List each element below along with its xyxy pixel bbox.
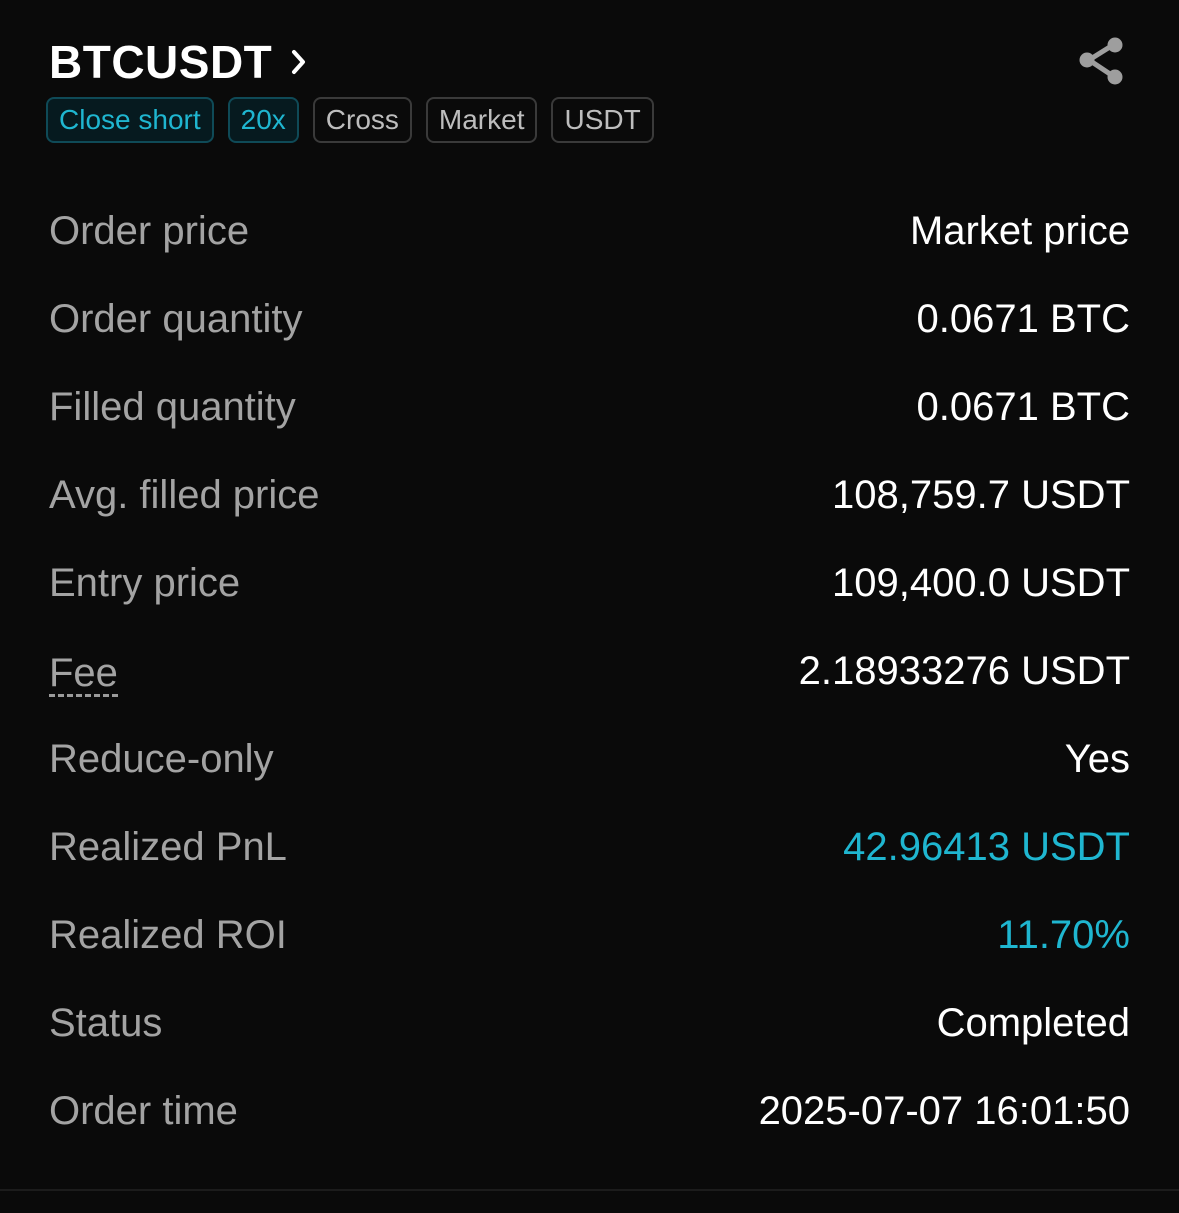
reduce-only-label: Reduce-only bbox=[49, 736, 274, 781]
filled-quantity-value: 0.0671 BTC bbox=[916, 384, 1130, 429]
filled-quantity-label: Filled quantity bbox=[49, 384, 296, 429]
order-time-label: Order time bbox=[49, 1088, 238, 1133]
order-tags: Close short 20x Cross Market USDT bbox=[46, 97, 654, 143]
row-filled-quantity: Filled quantity 0.0671 BTC bbox=[49, 363, 1130, 451]
row-order-price: Order price Market price bbox=[49, 187, 1130, 275]
reduce-only-value: Yes bbox=[1064, 736, 1130, 781]
tag-settle-currency: USDT bbox=[551, 97, 654, 143]
realized-roi-label: Realized ROI bbox=[49, 912, 287, 957]
tag-order-type: Market bbox=[425, 97, 538, 143]
divider bbox=[0, 1189, 1179, 1191]
row-order-time: Order time 2025-07-07 16:01:50 bbox=[49, 1067, 1130, 1155]
row-realized-pnl: Realized PnL 42.96413 USDT bbox=[49, 803, 1130, 891]
order-price-label: Order price bbox=[49, 208, 250, 253]
order-quantity-value: 0.0671 BTC bbox=[916, 296, 1130, 341]
entry-price-label: Entry price bbox=[49, 560, 241, 605]
fee-label-tooltip-trigger[interactable]: Fee bbox=[49, 652, 118, 697]
order-time-value: 2025-07-07 16:01:50 bbox=[758, 1088, 1130, 1133]
order-quantity-label: Order quantity bbox=[49, 296, 303, 341]
order-price-value: Market price bbox=[909, 208, 1130, 253]
realized-pnl-label: Realized PnL bbox=[49, 824, 287, 869]
avg-filled-price-label: Avg. filled price bbox=[49, 472, 320, 517]
tag-margin-mode: Cross bbox=[312, 97, 412, 143]
row-order-quantity: Order quantity 0.0671 BTC bbox=[49, 275, 1130, 363]
order-details-list: Order price Market price Order quantity … bbox=[49, 187, 1130, 1155]
entry-price-value: 109,400.0 USDT bbox=[832, 560, 1130, 605]
realized-roi-value: 11.70% bbox=[997, 912, 1130, 957]
chevron-right-icon[interactable] bbox=[286, 47, 312, 77]
row-avg-filled-price: Avg. filled price 108,759.7 USDT bbox=[49, 451, 1130, 539]
row-entry-price: Entry price 109,400.0 USDT bbox=[49, 539, 1130, 627]
row-realized-roi: Realized ROI 11.70% bbox=[49, 891, 1130, 979]
fee-value: 2.18933276 USDT bbox=[798, 648, 1130, 693]
tag-close-short: Close short bbox=[46, 97, 214, 143]
realized-pnl-value: 42.96413 USDT bbox=[843, 824, 1130, 869]
symbol-header[interactable]: BTCUSDT bbox=[49, 36, 312, 88]
row-status: Status Completed bbox=[49, 979, 1130, 1067]
symbol-title[interactable]: BTCUSDT bbox=[49, 36, 272, 88]
share-icon[interactable] bbox=[1077, 36, 1127, 86]
status-label: Status bbox=[49, 1000, 163, 1045]
tag-leverage: 20x bbox=[227, 97, 299, 143]
status-value: Completed bbox=[936, 1000, 1130, 1045]
avg-filled-price-value: 108,759.7 USDT bbox=[832, 472, 1130, 517]
order-detail-panel: BTCUSDT Close short 20x Cross Market USD… bbox=[0, 0, 1179, 1213]
row-reduce-only: Reduce-only Yes bbox=[49, 715, 1130, 803]
row-fee: Fee 2.18933276 USDT bbox=[49, 627, 1130, 715]
